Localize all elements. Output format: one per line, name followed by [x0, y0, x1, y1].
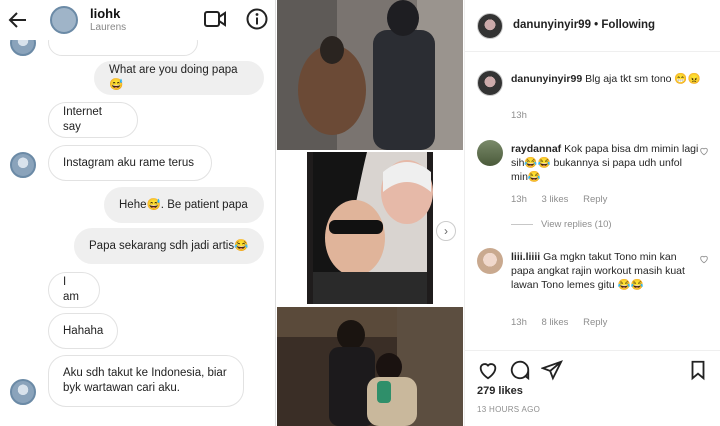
caption-text: Blg aja tkt sm tono 😁😠	[585, 73, 701, 85]
username-link[interactable]: liii.liiii	[511, 251, 540, 263]
view-replies-button[interactable]: View replies (10)	[511, 219, 612, 230]
timestamp: 13h	[511, 110, 527, 121]
post-author: danunyinyir99 • Following	[513, 19, 655, 31]
message-text: Instagram aku rame terus	[63, 156, 195, 169]
avatar[interactable]	[477, 13, 503, 39]
comment-icon[interactable]	[509, 359, 531, 381]
chevron-right-icon[interactable]: ›	[436, 221, 456, 241]
reply-button[interactable]: Reply	[583, 317, 607, 328]
view-replies-label: View replies (10)	[541, 219, 612, 230]
message-text: Internet say	[63, 106, 102, 133]
username-link[interactable]: raydannaf	[511, 143, 561, 155]
message-bubble-outgoing: What are you doing papa😅	[94, 61, 264, 95]
avatar	[10, 152, 36, 178]
comment-meta: 13h 3 likes Reply	[511, 194, 619, 205]
heart-icon[interactable]	[477, 359, 499, 381]
like-count[interactable]: 3 likes	[542, 194, 569, 205]
reply-button[interactable]: Reply	[583, 194, 607, 205]
comment: liii.liiii Ga mgkn takut Tono min kan pa…	[511, 250, 701, 292]
message-text: Papa sekarang sdh jadi artis😂	[89, 239, 249, 252]
post-time: 13 HOURS AGO	[477, 405, 541, 414]
info-icon[interactable]	[246, 8, 268, 30]
username-link[interactable]: danunyinyir99	[511, 73, 582, 85]
heart-icon[interactable]	[699, 254, 709, 264]
timestamp: 13h	[511, 194, 527, 205]
message-bubble-incoming: Instagram aku rame terus	[48, 145, 212, 181]
message-text: Hahaha	[63, 324, 104, 337]
avatar[interactable]	[477, 140, 503, 166]
message-text: Aku sdh takut ke Indonesia, biar byk war…	[63, 367, 227, 394]
likes-count[interactable]: 279 likes	[477, 385, 523, 397]
message-bubble-outgoing: Hehe😅. Be patient papa	[104, 187, 264, 223]
post-media: ›	[277, 0, 463, 426]
like-count[interactable]: 8 likes	[542, 317, 569, 328]
comment: raydannaf Kok papa bisa dm mimin lagi si…	[511, 142, 701, 184]
message-bubble-incoming: Hahaha	[48, 313, 118, 349]
avatar	[10, 379, 36, 405]
chat-header: liohk Laurens	[0, 0, 275, 40]
photo-mirror	[277, 307, 463, 426]
photo-selfie	[307, 152, 433, 304]
video-call-icon[interactable]	[204, 10, 226, 28]
caption-time: 13h	[511, 110, 539, 121]
message-bubble-outgoing: Papa sekarang sdh jadi artis😂	[74, 228, 264, 264]
avatar[interactable]	[477, 248, 503, 274]
heart-icon[interactable]	[699, 146, 709, 156]
post-panel: danunyinyir99 • Following danunyinyir99 …	[464, 0, 720, 426]
contact-name: liohk	[90, 6, 121, 21]
message-text: Hehe😅. Be patient papa	[119, 198, 248, 211]
follow-button[interactable]: Following	[601, 19, 655, 31]
avatar	[50, 6, 78, 34]
caption: danunyinyir99 Blg aja tkt sm tono 😁😠	[511, 72, 711, 86]
contact-subtitle: Laurens	[90, 22, 127, 33]
timestamp: 13h	[511, 317, 527, 328]
post-header: danunyinyir99 • Following	[465, 0, 720, 52]
dm-chat-screenshot: liohk Laurens What are you doing papa😅 I…	[0, 0, 276, 426]
share-icon[interactable]	[541, 359, 563, 381]
photo-street	[277, 0, 463, 150]
avatar[interactable]	[477, 70, 503, 96]
back-arrow-icon[interactable]	[6, 8, 30, 32]
message-text: I am	[63, 276, 79, 303]
comment-meta: 13h 8 likes Reply	[511, 317, 619, 328]
post-actions: 279 likes 13 HOURS AGO	[465, 350, 720, 426]
message-bubble-incoming: Internet say	[48, 102, 138, 138]
message-text: What are you doing papa😅	[109, 64, 238, 91]
bookmark-icon[interactable]	[687, 359, 709, 381]
message-bubble-incoming: I am	[48, 272, 100, 308]
message-bubble-incoming: Aku sdh takut ke Indonesia, biar byk war…	[48, 355, 244, 407]
separator-dot: •	[594, 19, 599, 31]
username-link[interactable]: danunyinyir99	[513, 19, 591, 31]
